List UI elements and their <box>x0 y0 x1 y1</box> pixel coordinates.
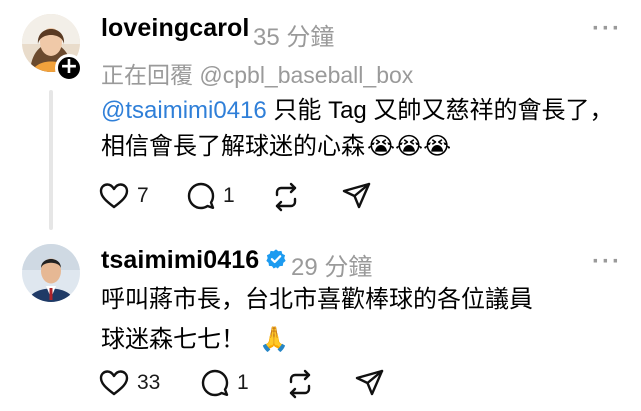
post-loveingcarol: + loveingcarol 35 分鐘 ··· 正在回覆 @cpbl_base… <box>0 0 641 230</box>
mention-link[interactable]: @tsaimimi0416 <box>101 97 267 124</box>
content-line-2: 球迷森七七！ 🙏 <box>101 320 533 360</box>
comment-count: 1 <box>237 371 249 394</box>
comment-button[interactable]: 1 <box>201 369 249 397</box>
emoji: 😭😭😭 <box>367 133 452 160</box>
share-button[interactable] <box>355 369 385 397</box>
heart-icon <box>99 370 129 396</box>
comment-icon <box>187 182 215 210</box>
more-icon[interactable]: ··· <box>592 250 622 274</box>
follow-plus-icon[interactable]: + <box>55 54 83 82</box>
heart-icon <box>99 183 129 209</box>
action-bar: 7 1 <box>99 182 399 212</box>
avatar-image <box>22 244 80 302</box>
action-bar: 33 1 <box>99 369 399 399</box>
thread-line <box>49 90 53 230</box>
content-text: 呼叫蔣市長，台北市喜歡棒球的各位議員 <box>101 286 533 313</box>
avatar[interactable] <box>22 244 80 302</box>
comment-count: 1 <box>223 184 235 207</box>
post-tsaimimi0416: tsaimimi0416 29 分鐘 ··· 呼叫蔣市長，台北市喜歡棒球的各位議… <box>0 230 641 411</box>
post-content: 呼叫蔣市長，台北市喜歡棒球的各位議員 球迷森七七！ 🙏 <box>101 280 533 360</box>
emoji: 🙏 <box>259 326 289 353</box>
comment-icon <box>201 369 229 397</box>
content-text: 只能 Tag 又帥又慈祥的會長了， <box>266 97 614 124</box>
comment-button[interactable]: 1 <box>187 182 235 210</box>
repost-icon <box>275 182 297 212</box>
post-time: 35 分鐘 <box>253 24 335 51</box>
like-button[interactable]: 33 <box>99 369 160 397</box>
content-line-2: 相信會長了解球迷的心森😭😭😭 <box>101 129 613 165</box>
post-time: 29 分鐘 <box>291 254 373 281</box>
share-icon <box>342 182 371 209</box>
share-icon <box>355 369 384 396</box>
repost-button[interactable] <box>271 182 301 212</box>
repost-button[interactable] <box>285 369 315 399</box>
share-button[interactable] <box>342 182 372 210</box>
replying-to: 正在回覆 @cpbl_baseball_box <box>101 62 414 88</box>
content-text: 相信會長了解球迷的心森 <box>101 133 365 160</box>
content-line-1: @tsaimimi0416 只能 Tag 又帥又慈祥的會長了， <box>101 93 613 129</box>
like-button[interactable]: 7 <box>99 182 149 210</box>
username[interactable]: tsaimimi0416 <box>101 246 287 275</box>
content-line-1: 呼叫蔣市長，台北市喜歡棒球的各位議員 <box>101 280 533 320</box>
post-content: @tsaimimi0416 只能 Tag 又帥又慈祥的會長了， 相信會長了解球迷… <box>101 93 613 165</box>
more-icon[interactable]: ··· <box>592 17 622 41</box>
content-text: 球迷森七七！ <box>101 326 245 353</box>
like-count: 7 <box>137 184 149 207</box>
username[interactable]: loveingcarol <box>101 14 249 43</box>
verified-icon <box>266 249 286 269</box>
repost-icon <box>289 369 311 399</box>
like-count: 33 <box>137 371 161 394</box>
username-text: tsaimimi0416 <box>101 246 260 274</box>
